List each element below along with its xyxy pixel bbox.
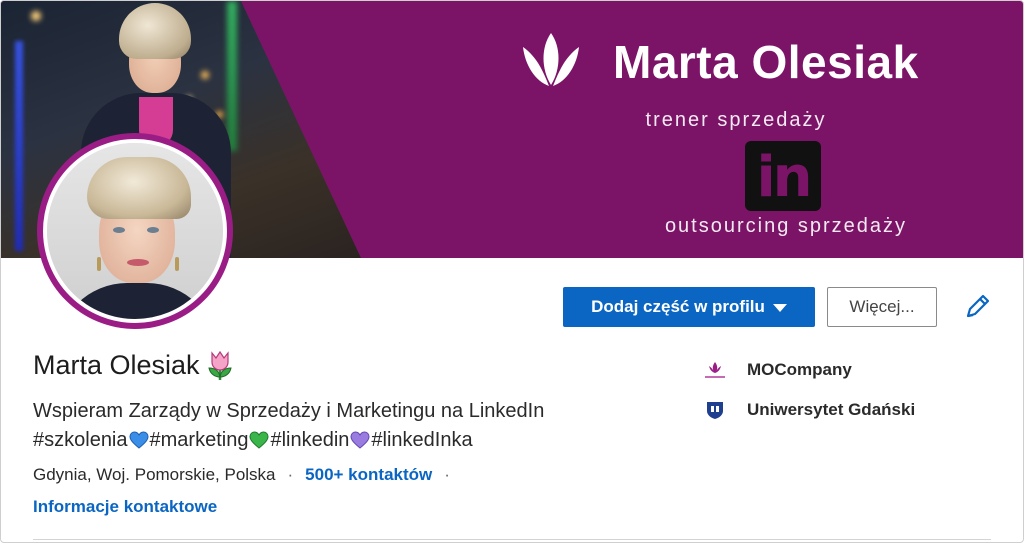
purple-heart-icon [350, 431, 370, 449]
profile-name: Marta Olesiak [33, 349, 200, 380]
pencil-icon[interactable] [963, 291, 993, 321]
add-profile-section-label: Dodaj część w profilu [591, 297, 765, 316]
lotus-icon [523, 33, 579, 86]
connections-link[interactable]: 500+ kontaktów [305, 465, 432, 485]
university-logo-icon [701, 399, 729, 421]
avatar-photo [43, 139, 227, 323]
org-item-university[interactable]: Uniwersytet Gdański [701, 399, 915, 421]
separator-dot: · [287, 465, 294, 484]
hashtag: #szkolenia [33, 429, 128, 451]
profile-meta: Gdynia, Woj. Pomorskie, Polska · 500+ ko… [33, 465, 462, 485]
green-heart-icon [249, 431, 269, 449]
tulip-icon [207, 350, 232, 380]
avatar[interactable] [37, 133, 233, 329]
blue-heart-icon [129, 431, 149, 449]
hashtag: #linkedInka [371, 429, 473, 451]
org-item-mocompany[interactable]: MOCompany [701, 359, 852, 381]
org-name: Uniwersytet Gdański [747, 400, 916, 419]
profile-card: Marta Olesiak trener sprzedaży in outsou… [0, 0, 1024, 543]
contact-info-link[interactable]: Informacje kontaktowe [33, 497, 217, 517]
divider [33, 539, 991, 540]
org-name: MOCompany [747, 360, 852, 379]
linkedin-logo-text: in [756, 145, 812, 210]
mocompany-logo-icon [701, 359, 729, 381]
hashtag: #linkedin [270, 429, 350, 451]
separator-dot: · [444, 465, 450, 484]
add-profile-section-button[interactable]: Dodaj część w profilu [563, 287, 815, 327]
headline-hashtags: #szkolenia #marketing #linkedin #linkedInka [33, 426, 653, 455]
banner-tagline-bottom: outsourcing sprzedaży [664, 215, 908, 237]
banner-brand-name: Marta Olesiak [613, 36, 919, 88]
hashtag: #marketing [149, 429, 249, 451]
profile-location: Gdynia, Woj. Pomorskie, Polska [33, 465, 276, 484]
banner-tagline-top: trener sprzedaży [645, 109, 827, 131]
profile-headline: Wspieram Zarządy w Sprzedaży i Marketing… [33, 397, 653, 455]
linkedin-logo-icon: in [745, 141, 821, 211]
more-button[interactable]: Więcej... [827, 287, 937, 327]
headline-line: Wspieram Zarządy w Sprzedaży i Marketing… [33, 400, 545, 422]
caret-down-icon [772, 304, 787, 312]
profile-name-row: Marta Olesiak [33, 349, 236, 381]
